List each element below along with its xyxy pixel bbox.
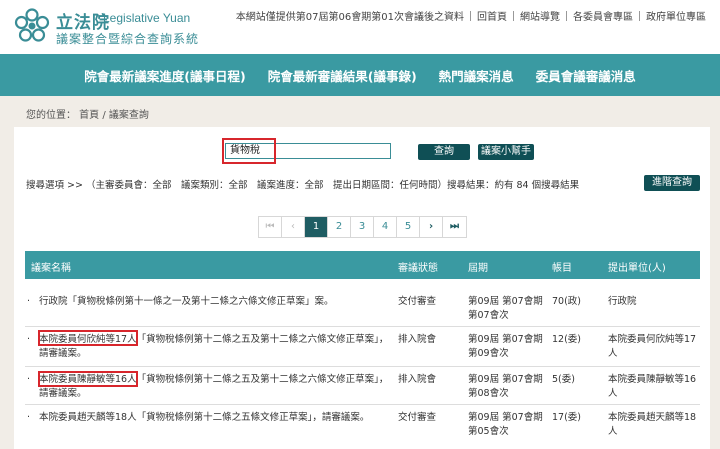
search-filters-summary[interactable]: 搜尋選項 >> （主審委員會：全部 議案類別：全部 議案進度：全部 提出日期區間… bbox=[26, 177, 579, 191]
bill-proposer-unit: 本院委員何欣純等17人 bbox=[608, 334, 697, 359]
bill-status: 排入院會 bbox=[398, 334, 437, 345]
plum-blossom-logo-icon[interactable] bbox=[14, 8, 50, 44]
pagination: ⏮ ‹ 1 2 3 4 5 › ⏭ bbox=[258, 216, 467, 238]
bill-code: 70(政) bbox=[552, 296, 582, 307]
page-button-4[interactable]: 4 bbox=[374, 217, 397, 237]
home-link[interactable]: 回首頁 bbox=[471, 8, 513, 23]
proposer-highlight-box bbox=[38, 330, 138, 346]
page-button-1[interactable]: 1 bbox=[305, 217, 328, 237]
bill-term: 第09屆 第07會期 第05會次 bbox=[468, 412, 543, 437]
logo-subtitle[interactable]: 議案整合暨綜合查詢系統 bbox=[56, 30, 199, 47]
column-header-term[interactable]: 屆期 bbox=[468, 259, 488, 274]
bill-status: 交付審查 bbox=[398, 412, 437, 423]
bill-helper-button[interactable]: 議案小幫手 bbox=[478, 144, 534, 160]
bullet: · bbox=[27, 412, 31, 423]
nav-item-minutes[interactable]: 院會最新審議結果(議事錄) bbox=[268, 66, 417, 85]
bill-code: 17(委) bbox=[552, 412, 582, 423]
advanced-search-button[interactable]: 進階查詢 bbox=[644, 175, 700, 191]
bill-name[interactable]: · 本院委員趙天麟等18人「貨物稅條例第十二條之五條文修正草案」，請審議案。 bbox=[27, 411, 389, 425]
bill-title: 本院委員趙天麟等18人「貨物稅條例第十二條之五條文修正草案」，請審議案。 bbox=[39, 412, 370, 423]
column-header-name[interactable]: 議案名稱 bbox=[31, 259, 71, 274]
bill-term: 第09屆 第07會期 第08會次 bbox=[468, 374, 543, 399]
table-row[interactable]: · 本院委員趙天麟等18人「貨物稅條例第十二條之五條文修正草案」，請審議案。 交… bbox=[25, 405, 700, 449]
next-page-icon[interactable]: › bbox=[420, 217, 443, 237]
site-header: 立法院 Legislative Yuan 議案整合暨綜合查詢系統 本網站僅提供第… bbox=[0, 0, 720, 54]
breadcrumb: 您的位置： 首頁 / 議案查詢 bbox=[26, 110, 149, 121]
last-page-icon[interactable]: ⏭ bbox=[443, 217, 466, 237]
query-button[interactable]: 查詢 bbox=[418, 144, 470, 160]
bill-proposer-unit: 本院委員陳靜敏等16人 bbox=[608, 374, 697, 399]
logo-title-en[interactable]: Legislative Yuan bbox=[103, 11, 190, 25]
bill-proposer-unit: 行政院 bbox=[608, 296, 637, 307]
main-nav: 院會最新議案進度(議事日程) 院會最新審議結果(議事錄) 熱門議案消息 委員會議… bbox=[0, 54, 720, 96]
bullet: · bbox=[27, 334, 31, 345]
bill-code: 12(委) bbox=[552, 334, 582, 345]
bill-name[interactable]: · 行政院「貨物稅條例第十一條之一及第十二條之六條文修正草案」案。 bbox=[27, 295, 389, 309]
prev-page-icon[interactable]: ‹ bbox=[282, 217, 305, 237]
government-zone-link[interactable]: 政府單位專區 bbox=[640, 8, 712, 23]
bill-code: 5(委) bbox=[552, 374, 575, 385]
table-row[interactable]: · 行政院「貨物稅條例第十一條之一及第十二條之六條文修正草案」案。 交付審查 第… bbox=[25, 279, 700, 327]
nav-item-committee-news[interactable]: 委員會議審議消息 bbox=[536, 66, 636, 85]
results-table-header: 議案名稱 審議狀態 屆期 帳目 提出單位(人) bbox=[25, 251, 700, 279]
bill-term: 第09屆 第07會期 第07會次 bbox=[468, 296, 543, 321]
first-page-icon[interactable]: ⏮ bbox=[259, 217, 282, 237]
top-links: 本網站僅提供第07屆第06會期第01次會議後之資料 回首頁 網站導覽 各委員會專… bbox=[230, 8, 712, 23]
bullet: · bbox=[27, 296, 31, 307]
proposer-highlight-box bbox=[38, 371, 138, 387]
column-header-unit[interactable]: 提出單位(人) bbox=[608, 259, 666, 274]
sitemap-link[interactable]: 網站導覽 bbox=[514, 8, 566, 23]
bill-title: 行政院「貨物稅條例第十一條之一及第十二條之六條文修正草案」案。 bbox=[39, 296, 334, 307]
bullet: · bbox=[27, 374, 31, 385]
committee-zone-link[interactable]: 各委員會專區 bbox=[567, 8, 639, 23]
bill-status: 交付審查 bbox=[398, 296, 437, 307]
nav-item-agenda[interactable]: 院會最新議案進度(議事日程) bbox=[84, 66, 245, 85]
page-button-2[interactable]: 2 bbox=[328, 217, 351, 237]
bill-status: 排入院會 bbox=[398, 374, 437, 385]
page-button-3[interactable]: 3 bbox=[351, 217, 374, 237]
column-header-code[interactable]: 帳目 bbox=[552, 259, 572, 274]
data-range-notice: 本網站僅提供第07屆第06會期第01次會議後之資料 bbox=[235, 12, 464, 23]
search-highlight-box bbox=[222, 138, 276, 164]
nav-item-hot-bills[interactable]: 熱門議案消息 bbox=[439, 66, 514, 85]
column-header-status[interactable]: 審議狀態 bbox=[398, 259, 438, 274]
page-button-5[interactable]: 5 bbox=[397, 217, 420, 237]
bill-term: 第09屆 第07會期 第09會次 bbox=[468, 334, 543, 359]
bill-proposer-unit: 本院委員趙天麟等18人 bbox=[608, 412, 697, 437]
